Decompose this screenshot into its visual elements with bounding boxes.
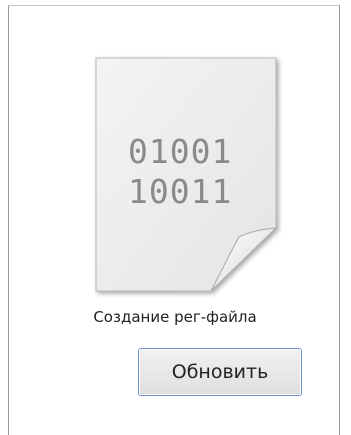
panel-frame: 01001 10011 Создание рег-файла Обновить <box>8 5 340 435</box>
binary-file-icon: 01001 10011 <box>95 57 278 292</box>
file-digits-line2: 10011 <box>128 172 232 211</box>
caption: Создание рег-файла <box>93 308 257 326</box>
refresh-button[interactable]: Обновить <box>138 348 302 396</box>
file-digits-line1: 01001 <box>128 132 232 171</box>
